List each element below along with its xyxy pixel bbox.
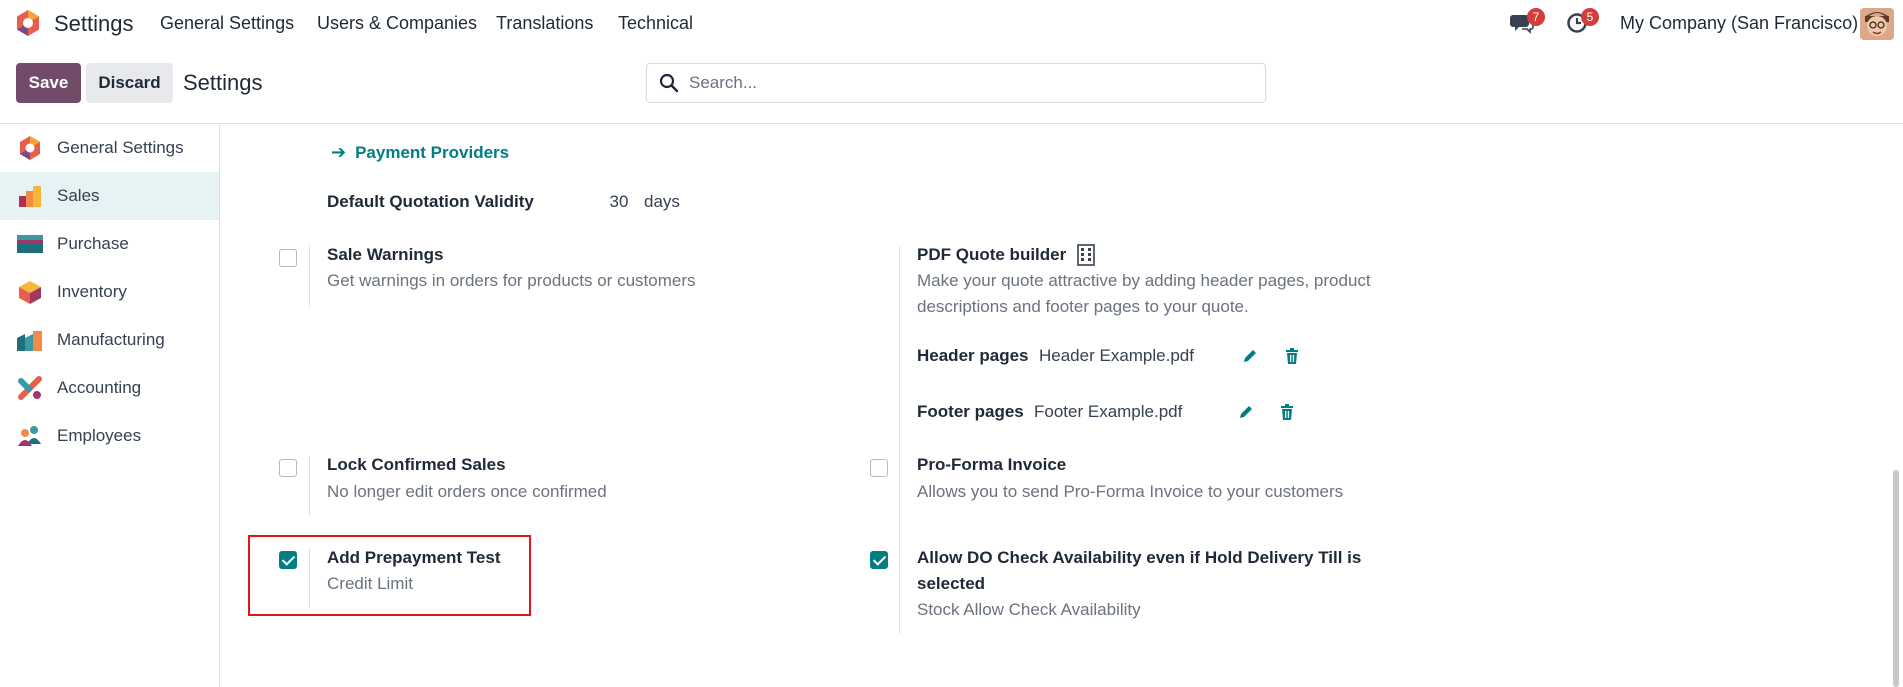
divider [309, 456, 310, 516]
payment-providers-label: Payment Providers [355, 142, 510, 162]
trash-icon[interactable] [1283, 347, 1301, 365]
header-pages-file[interactable]: Header Example.pdf [1039, 346, 1194, 366]
settings-sidebar: General Settings Sales Purchase Inventor… [0, 124, 220, 687]
footer-pages-file[interactable]: Footer Example.pdf [1034, 402, 1182, 422]
sale-warnings-desc: Get warnings in orders for products or c… [327, 271, 696, 290]
purchase-icon [17, 235, 43, 253]
menu-users-companies[interactable]: Users & Companies [317, 13, 477, 34]
sidebar-item-accounting[interactable]: Accounting [0, 364, 219, 412]
settings-content: ➔ Payment Providers Default Quotation Va… [221, 124, 1903, 687]
sales-icon [19, 186, 41, 207]
divider [309, 548, 310, 608]
allow-do-check-title-line1: Allow DO Check Availability even if Hold… [917, 548, 1362, 567]
sidebar-item-label: Sales [57, 186, 100, 205]
sale-warnings-checkbox[interactable] [279, 249, 297, 267]
pdf-quote-builder-desc-line1: Make your quote attractive by adding hea… [917, 271, 1371, 290]
sidebar-item-label: Purchase [57, 234, 129, 253]
menu-translations[interactable]: Translations [496, 13, 593, 34]
pro-forma-invoice-desc: Allows you to send Pro-Forma Invoice to … [917, 482, 1344, 501]
save-button[interactable]: Save [16, 63, 81, 103]
sidebar-item-label: General Settings [57, 138, 184, 157]
lock-confirmed-sales-title: Lock Confirmed Sales [327, 455, 506, 474]
divider [899, 548, 900, 634]
sidebar-item-label: Accounting [57, 378, 142, 397]
general-settings-icon [20, 136, 40, 160]
divider [899, 456, 900, 516]
chat-badge: 7 [1527, 8, 1545, 26]
pdf-quote-builder-title: PDF Quote builder [917, 245, 1067, 264]
user-avatar[interactable] [1860, 8, 1894, 40]
manufacturing-icon [17, 331, 42, 351]
divider [309, 246, 310, 306]
header-pages-label: Header pages [917, 346, 1029, 365]
trash-icon[interactable] [1278, 403, 1296, 421]
company-switcher[interactable]: My Company (San Francisco) [1620, 13, 1858, 34]
sidebar-item-employees[interactable]: Employees [0, 412, 219, 460]
sidebar-item-label: Employees [57, 426, 142, 445]
edit-pencil-icon[interactable] [1237, 403, 1255, 421]
odoo-logo-icon[interactable] [14, 9, 42, 37]
sidebar-item-general-settings[interactable]: General Settings [0, 124, 219, 172]
discard-button[interactable]: Discard [86, 63, 173, 103]
sidebar-item-label: Inventory [57, 282, 127, 301]
vertical-scrollbar[interactable] [1893, 470, 1899, 687]
edit-pencil-icon[interactable] [1241, 347, 1259, 365]
top-navbar: Settings General Settings Users & Compan… [0, 0, 1903, 46]
menu-general-settings[interactable]: General Settings [160, 13, 294, 34]
activity-badge: 5 [1581, 8, 1599, 26]
sale-warnings-title: Sale Warnings [327, 245, 444, 264]
pro-forma-invoice-checkbox[interactable] [870, 459, 888, 477]
lock-confirmed-sales-checkbox[interactable] [279, 459, 297, 477]
allow-do-check-checkbox[interactable] [870, 551, 888, 569]
add-prepayment-test-desc: Credit Limit [327, 574, 413, 593]
accounting-icon [18, 376, 42, 400]
search-bar[interactable] [646, 63, 1266, 103]
pdf-quote-builder-desc-line2: descriptions and footer pages to your qu… [917, 297, 1249, 316]
sidebar-item-label: Manufacturing [57, 330, 165, 349]
inventory-icon [19, 281, 41, 304]
footer-pages-label: Footer pages [917, 402, 1024, 421]
add-prepayment-test-title: Add Prepayment Test [327, 548, 501, 567]
app-title[interactable]: Settings [54, 11, 134, 37]
quotation-validity-label: Default Quotation Validity [327, 192, 534, 211]
payment-providers-link[interactable]: ➔ Payment Providers [331, 142, 509, 163]
allow-do-check-title-line2: selected [917, 574, 986, 593]
menu-technical[interactable]: Technical [618, 13, 693, 34]
sidebar-item-sales[interactable]: Sales [0, 172, 219, 220]
add-prepayment-test-checkbox[interactable] [279, 551, 297, 569]
sidebar-item-inventory[interactable]: Inventory [0, 268, 219, 316]
breadcrumb-title: Settings [183, 70, 263, 95]
quotation-validity-unit: days [644, 192, 680, 211]
search-icon [659, 73, 679, 93]
sidebar-item-purchase[interactable]: Purchase [0, 220, 219, 268]
allow-do-check-desc: Stock Allow Check Availability [917, 600, 1141, 619]
enterprise-building-icon [1077, 244, 1095, 266]
pro-forma-invoice-title: Pro-Forma Invoice [917, 455, 1067, 474]
search-input[interactable] [689, 73, 1249, 93]
employees-icon [18, 426, 41, 446]
sidebar-item-manufacturing[interactable]: Manufacturing [0, 316, 219, 364]
arrow-right-icon: ➔ [331, 142, 347, 162]
lock-confirmed-sales-desc: No longer edit orders once confirmed [327, 482, 607, 501]
